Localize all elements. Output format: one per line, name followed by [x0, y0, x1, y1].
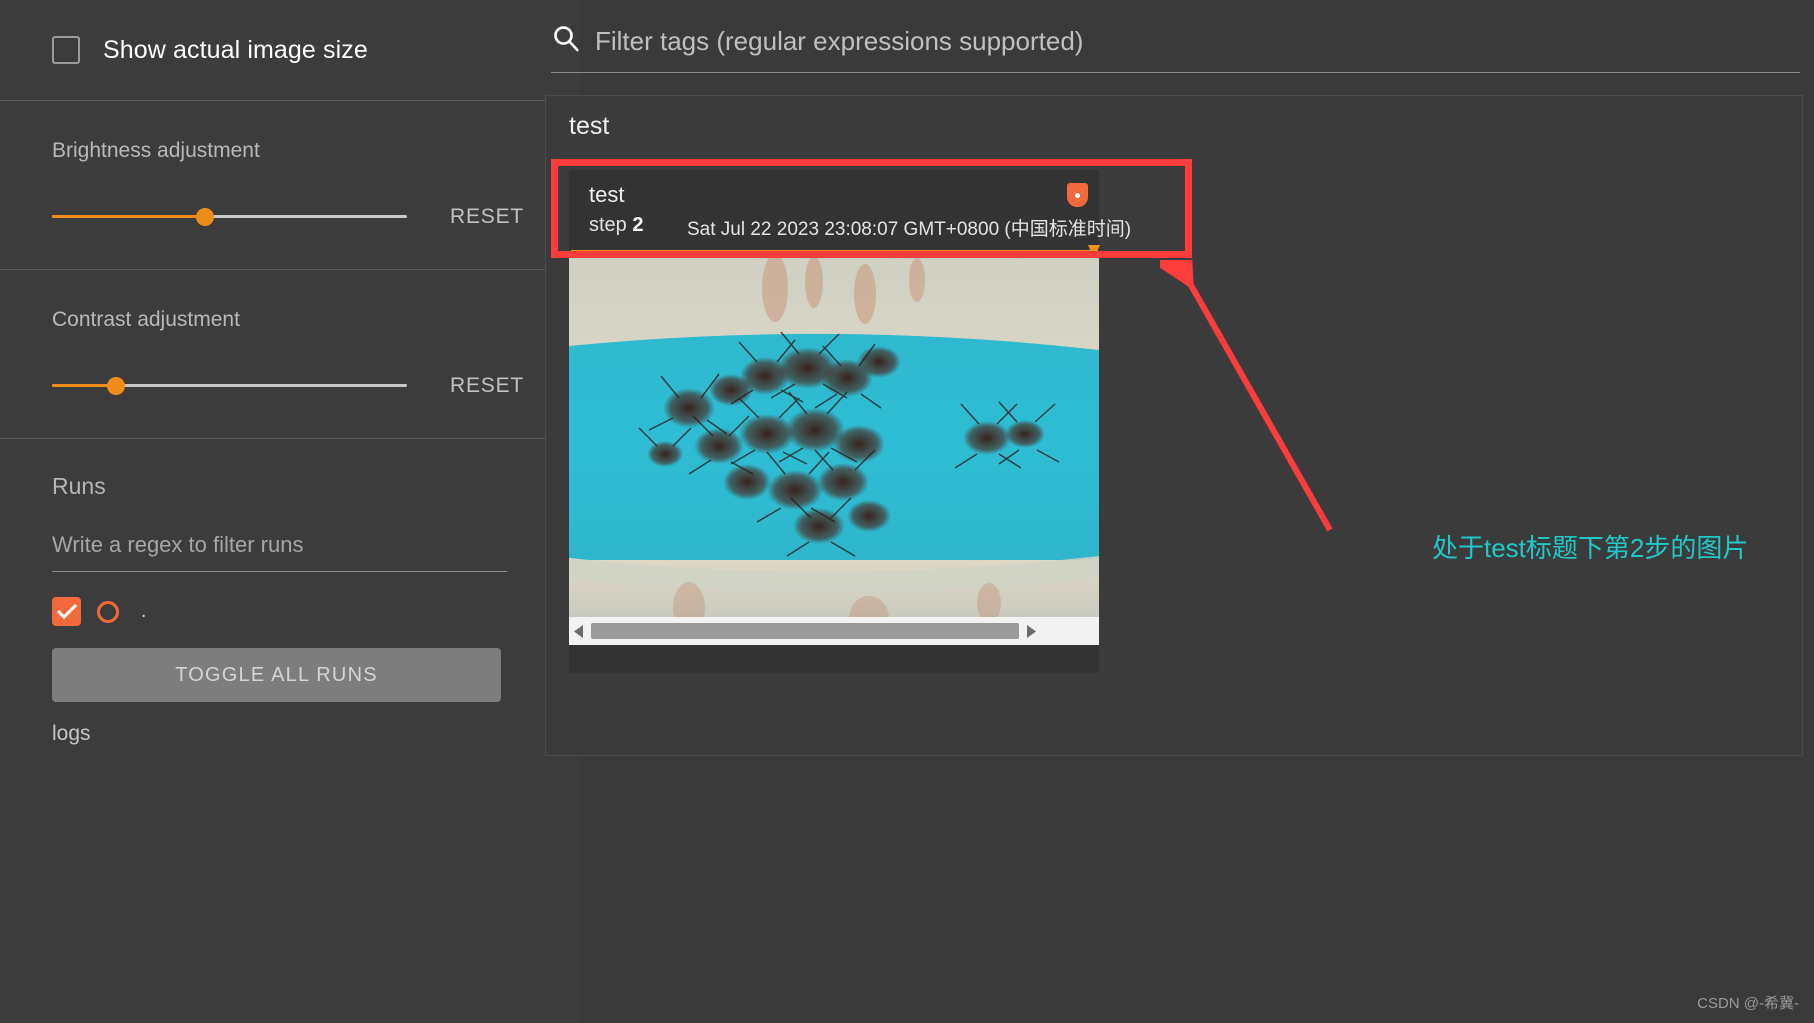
step-slider[interactable]	[569, 245, 1100, 259]
run-list-item[interactable]: .	[52, 597, 580, 626]
show-actual-image-size-checkbox[interactable]	[52, 36, 80, 64]
contrast-reset-button[interactable]: RESET	[450, 374, 524, 398]
image-card-timestamp: Sat Jul 22 2023 23:08:07 GMT+0800 (中国标准时…	[687, 219, 1132, 240]
tag-filter-row[interactable]: Filter tags (regular expressions support…	[551, 23, 1796, 57]
runs-filter-input[interactable]: Write a regex to filter runs	[52, 532, 507, 572]
ants-photo	[569, 258, 1099, 645]
scroll-right-button[interactable]	[1021, 617, 1041, 645]
image-card-header: test step 2 Sat Jul 22 2023 23:08:07 GMT…	[569, 170, 1131, 259]
search-icon	[554, 26, 579, 52]
step-slider-thumb[interactable]	[1088, 245, 1100, 259]
runs-group: Runs Write a regex to filter runs . TOGG…	[0, 439, 580, 746]
scroll-left-button[interactable]	[569, 617, 589, 645]
triangle-left-icon	[573, 624, 583, 638]
annotation-note-text: 处于test标题下第2步的图片	[1432, 533, 1749, 563]
brightness-adjustment-group: Brightness adjustment RESET	[0, 101, 580, 269]
toggle-all-runs-button[interactable]: TOGGLE ALL RUNS	[52, 648, 501, 702]
tag-filter-underline	[551, 72, 1800, 73]
settings-sidebar: Show actual image size Brightness adjust…	[0, 0, 580, 1023]
contrast-label: Contrast adjustment	[52, 308, 240, 331]
scrollbar-thumb[interactable]	[591, 623, 1019, 639]
app-root: Show actual image size Brightness adjust…	[0, 0, 1814, 1023]
brightness-fill	[52, 215, 205, 218]
image-card[interactable]: test step 2 Sat Jul 22 2023 23:08:07 GMT…	[569, 170, 1131, 673]
run-color-swatch-icon	[97, 600, 119, 623]
step-slider-track	[571, 250, 1098, 254]
brightness-thumb[interactable]	[195, 208, 214, 226]
step-number: 2	[632, 214, 644, 236]
brightness-label: Brightness adjustment	[52, 139, 260, 162]
logs-label: logs	[52, 722, 91, 745]
image-card-title: test	[589, 182, 625, 207]
card-image	[569, 258, 1099, 645]
triangle-right-icon	[1027, 624, 1037, 638]
contrast-adjustment-group: Contrast adjustment RESET	[0, 270, 580, 438]
runs-heading: Runs	[52, 473, 106, 499]
show-actual-image-size-row[interactable]: Show actual image size	[0, 0, 580, 100]
tag-filter-input[interactable]: Filter tags (regular expressions support…	[595, 26, 1083, 57]
run-checkbox[interactable]	[52, 597, 81, 626]
brightness-reset-button[interactable]: RESET	[450, 205, 524, 229]
tag-group-title: test	[569, 112, 610, 140]
step-word: step	[589, 214, 627, 236]
watermark-label: CSDN @-希冀-	[1697, 995, 1799, 1012]
contrast-slider[interactable]	[52, 376, 407, 396]
brightness-slider[interactable]	[52, 207, 407, 227]
image-horizontal-scrollbar[interactable]	[569, 617, 1099, 645]
image-card-step: step 2	[589, 214, 644, 237]
show-actual-image-size-label: Show actual image size	[103, 35, 368, 64]
check-icon	[56, 603, 77, 619]
pin-icon[interactable]	[1067, 183, 1088, 207]
contrast-thumb[interactable]	[106, 377, 125, 395]
pin-dot	[1075, 192, 1080, 198]
run-name-label: .	[141, 600, 147, 622]
